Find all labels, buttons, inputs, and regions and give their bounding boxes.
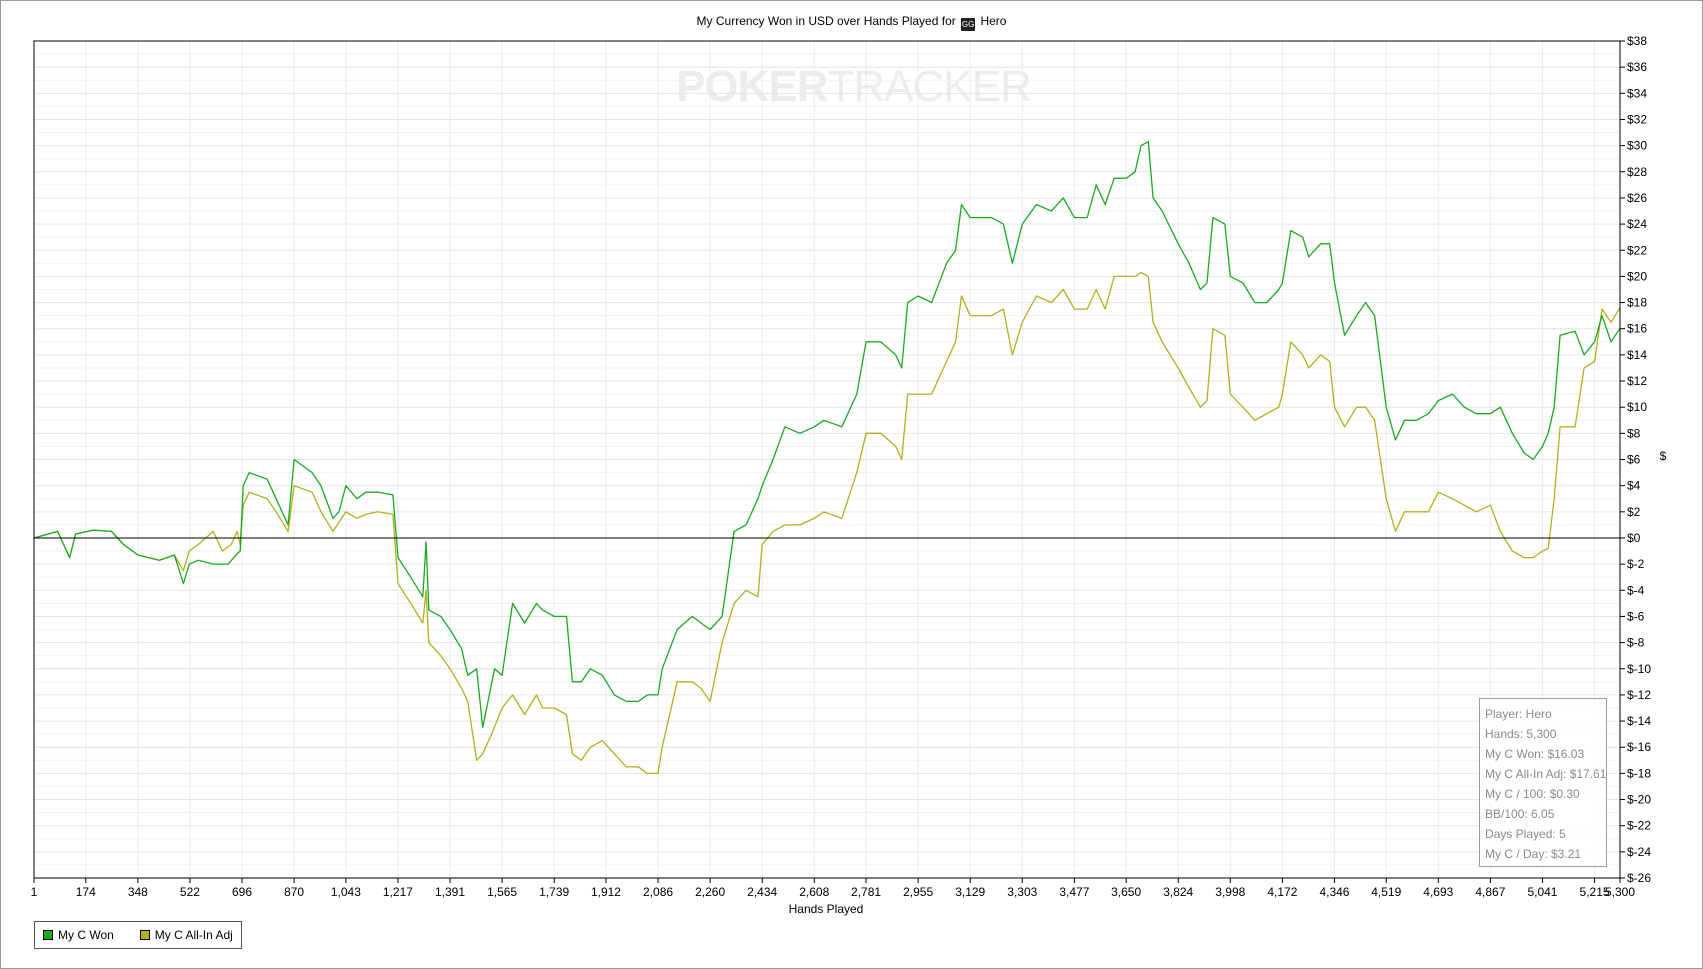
x-tick-label: 1,739: [539, 885, 569, 899]
x-tick-label: 2,434: [747, 885, 777, 899]
x-tick-label: 2,086: [643, 885, 673, 899]
y-tick-label: $-18: [1627, 766, 1651, 780]
y-tick-label: $-16: [1627, 740, 1651, 754]
x-tick-label: 348: [128, 885, 148, 899]
x-tick-label: 3,303: [1007, 885, 1037, 899]
axis-layer: 1 174 348 522 696 870 1,043 1,217 1,391 1,565 1,73…: [31, 34, 1652, 899]
y-tick-label: $2: [1627, 505, 1641, 519]
x-tick-label: 4,867: [1475, 885, 1505, 899]
legend-item: My C Won: [43, 928, 114, 942]
legend-swatch-icon: [43, 930, 53, 940]
x-tick-label: 3,650: [1111, 885, 1141, 899]
y-tick-label: $0: [1627, 531, 1641, 545]
x-tick-label: 174: [76, 885, 96, 899]
y-tick-label: $26: [1627, 191, 1647, 205]
stat-line: My C All-In Adj: $17.61: [1485, 767, 1607, 781]
y-tick-label: $14: [1627, 348, 1647, 362]
x-tick-label: 1,217: [383, 885, 413, 899]
stat-line: My C / 100: $0.30: [1485, 787, 1580, 801]
y-tick-label: $22: [1627, 243, 1647, 257]
stats-box: Player: Hero Hands: 5,300 My C Won: $16.03…: [1479, 698, 1607, 867]
y-tick-label: $-22: [1627, 819, 1651, 833]
grid-layer: [33, 40, 1621, 879]
x-tick-label: 4,519: [1371, 885, 1401, 899]
legend: My C Won My C All-In Adj: [34, 921, 242, 949]
y-tick-label: $-26: [1627, 871, 1651, 885]
y-tick-label: $-24: [1627, 845, 1651, 859]
x-axis-label: Hands Played: [789, 902, 864, 916]
x-tick-label: 3,129: [955, 885, 985, 899]
x-tick-label: 5,041: [1527, 885, 1557, 899]
y-tick-label: $18: [1627, 296, 1647, 310]
x-tick-label: 5,300: [1605, 885, 1635, 899]
x-tick-label: 522: [180, 885, 200, 899]
x-tick-label: 2,260: [695, 885, 725, 899]
series-line-my-c-all-in-adj: [33, 271, 1621, 775]
y-tick-label: $16: [1627, 322, 1647, 336]
y-axis-label: $: [1660, 449, 1667, 463]
y-tick-label: $-14: [1627, 714, 1651, 728]
y-tick-label: $38: [1627, 34, 1647, 48]
stat-line: Days Played: 5: [1485, 827, 1566, 841]
x-tick-label: 1,391: [435, 885, 465, 899]
y-tick-label: $-4: [1627, 583, 1645, 597]
y-tick-label: $-8: [1627, 636, 1645, 650]
stat-line: My C / Day: $3.21: [1485, 847, 1582, 861]
stat-line: My C Won: $16.03: [1485, 747, 1585, 761]
y-tick-label: $-10: [1627, 662, 1651, 676]
x-tick-label: 4,346: [1319, 885, 1349, 899]
x-tick-label: 870: [284, 885, 304, 899]
x-tick-label: 3,477: [1059, 885, 1089, 899]
x-tick-label: 1: [31, 885, 38, 899]
y-tick-label: $10: [1627, 400, 1647, 414]
y-tick-label: $28: [1627, 165, 1647, 179]
x-tick-label: 4,693: [1423, 885, 1453, 899]
y-tick-label: $-12: [1627, 688, 1651, 702]
stat-line: BB/100: 6.05: [1485, 807, 1555, 821]
x-tick-label: 4,172: [1267, 885, 1297, 899]
x-tick-label: 1,043: [331, 885, 361, 899]
y-tick-label: $32: [1627, 112, 1647, 126]
series-line-my-c-won: [33, 141, 1621, 729]
x-tick-label: 2,781: [851, 885, 881, 899]
x-tick-label: 2,608: [799, 885, 829, 899]
stat-line: Player: Hero: [1485, 707, 1552, 721]
y-tick-label: $-6: [1627, 609, 1645, 623]
x-tick-label: 696: [232, 885, 252, 899]
x-tick-label: 1,565: [487, 885, 517, 899]
series-layer: [33, 141, 1621, 775]
stat-line: Hands: 5,300: [1485, 727, 1557, 741]
legend-label: My C Won: [58, 928, 114, 942]
y-tick-label: $34: [1627, 86, 1647, 100]
y-tick-label: $24: [1627, 217, 1647, 231]
y-tick-label: $36: [1627, 60, 1647, 74]
y-tick-label: $20: [1627, 269, 1647, 283]
y-tick-label: $12: [1627, 374, 1647, 388]
chart-plot: 1 174 348 522 696 870 1,043 1,217 1,391 1,565 1,73…: [31, 34, 1667, 916]
y-tick-label: $30: [1627, 139, 1647, 153]
x-tick-label: 3,824: [1163, 885, 1193, 899]
legend-swatch-icon: [139, 930, 150, 940]
x-tick-label: 3,998: [1215, 885, 1245, 899]
x-tick-label: 1,912: [591, 885, 621, 899]
legend-label: My C All-In Adj: [154, 928, 233, 942]
y-tick-label: $6: [1627, 453, 1641, 467]
y-tick-label: $8: [1627, 426, 1641, 440]
legend-item: My C All-In Adj: [139, 928, 233, 942]
x-tick-label: 2,955: [903, 885, 933, 899]
y-tick-label: $-2: [1627, 557, 1645, 571]
y-tick-label: $-20: [1627, 793, 1651, 807]
y-tick-label: $4: [1627, 479, 1641, 493]
